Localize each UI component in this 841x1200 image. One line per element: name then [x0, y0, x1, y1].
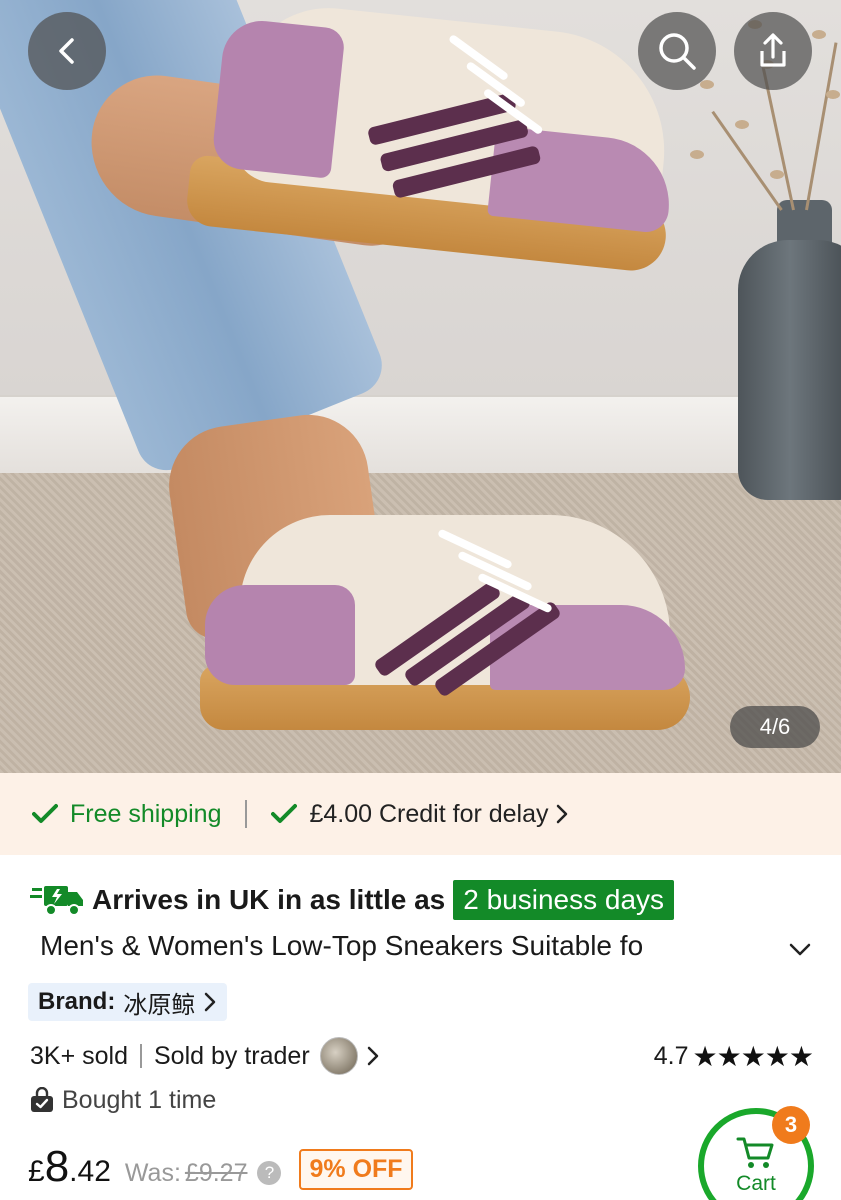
- cart-count-badge: 3: [772, 1106, 810, 1144]
- chevron-down-icon[interactable]: [785, 934, 815, 964]
- arrival-estimate: Arrives in UK in as little as 2 business…: [30, 876, 675, 924]
- title-fade: [660, 930, 750, 972]
- price-info-icon[interactable]: ?: [257, 1161, 282, 1185]
- image-leaf: [826, 90, 840, 99]
- image-counter: 4/6: [730, 706, 820, 748]
- chevron-left-icon: [59, 38, 74, 64]
- brand-link[interactable]: Brand: 冰原鲸: [28, 983, 228, 1021]
- shipping-banner[interactable]: Free shipping £4.00 Credit for delay: [0, 773, 841, 855]
- price-currency: £: [28, 1155, 45, 1188]
- chevron-right-icon[interactable]: [366, 1045, 380, 1067]
- arrival-days-highlight: 2 business days: [453, 880, 675, 920]
- discount-badge: 9% OFF: [299, 1149, 413, 1190]
- divider: [245, 800, 248, 828]
- seller-avatar[interactable]: [319, 1037, 358, 1075]
- check-icon: [32, 804, 58, 823]
- chevron-right-icon: [205, 992, 216, 1012]
- product-image-gallery[interactable]: 4/6: [0, 0, 841, 773]
- search-icon: [659, 33, 696, 70]
- purchase-history: Bought 1 time: [30, 1080, 216, 1120]
- price-row: £ 8 .42 Was: £9.27 ? 9% OFF: [28, 1142, 413, 1192]
- image-leaf: [735, 120, 749, 129]
- rating-stars: ★★★★★: [692, 1040, 814, 1072]
- delivery-truck-icon: [30, 886, 83, 916]
- sold-count: 3K+ sold: [30, 1041, 128, 1070]
- image-vase: [738, 240, 841, 500]
- check-icon: [271, 804, 298, 823]
- image-leaf: [690, 150, 704, 159]
- cart-icon: [736, 1137, 774, 1168]
- sales-meta: 3K+ sold Sold by trader: [30, 1036, 380, 1076]
- arrival-text: Arrives in UK in as little as: [92, 884, 446, 915]
- share-button[interactable]: [734, 12, 812, 90]
- product-rating[interactable]: 4.7 ★★★★★: [653, 1036, 814, 1076]
- was-price: £9.27: [184, 1159, 248, 1187]
- image-sneaker-top: [182, 0, 698, 300]
- share-icon: [760, 33, 786, 67]
- rating-value: 4.7: [653, 1041, 689, 1070]
- product-title[interactable]: Men's & Women's Low-Top Sneakers Suitabl…: [40, 930, 740, 972]
- divider: [140, 1044, 142, 1068]
- bought-text: Bought 1 time: [62, 1085, 217, 1114]
- image-leaf: [700, 80, 714, 89]
- back-button[interactable]: [28, 12, 106, 90]
- price-integer: 8: [44, 1142, 70, 1191]
- brand-label: Brand:: [38, 988, 116, 1015]
- was-label: Was:: [124, 1159, 181, 1187]
- delay-credit-label: £4.00 Credit for delay: [309, 799, 549, 828]
- brand-value: 冰原鲸: [123, 991, 196, 1019]
- image-leaf: [812, 30, 826, 39]
- cart-label: Cart: [736, 1172, 776, 1195]
- price-decimal: .42: [69, 1155, 111, 1188]
- free-shipping-label: Free shipping: [70, 799, 222, 828]
- shopping-bag-icon: [31, 1087, 53, 1112]
- image-leaf: [770, 170, 784, 179]
- seller-text[interactable]: Sold by trader: [154, 1042, 310, 1071]
- image-sneaker-bottom: [200, 495, 700, 735]
- chevron-right-icon: [556, 804, 567, 824]
- search-button[interactable]: [638, 12, 716, 90]
